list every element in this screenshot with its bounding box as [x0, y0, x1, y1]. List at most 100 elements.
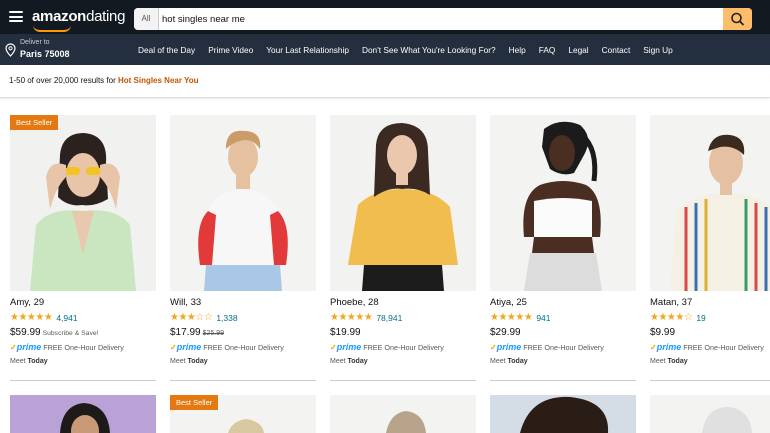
product-rating[interactable]: ★★★★☆ 19 [650, 312, 706, 323]
checkmark-icon: ✓ [650, 343, 657, 352]
checkmark-icon: ✓ [170, 343, 177, 352]
subscribe-save-note: Subscribe & Save! [42, 330, 99, 337]
person-photo-row2-4 [520, 396, 609, 433]
product-price: $29.99 [490, 327, 521, 338]
person-photo-atiya [490, 115, 636, 291]
card-divider [330, 380, 476, 381]
review-count[interactable]: 4,941 [56, 313, 77, 323]
checkmark-icon: ✓ [330, 343, 337, 352]
product-name[interactable]: Atiya, 25 [490, 297, 527, 308]
nav-link-sign-up[interactable]: Sign Up [643, 45, 673, 55]
nav-link-dont-see[interactable]: Don't See What You're Looking For? [362, 45, 496, 55]
product-photo[interactable] [170, 115, 316, 291]
results-summary-bar: 1-50 of over 20,000 results for Hot Sing… [0, 65, 770, 98]
review-count[interactable]: 78,941 [376, 313, 402, 323]
nav-link-deal-of-the-day[interactable]: Deal of the Day [138, 45, 195, 55]
results-query: Hot Singles Near You [117, 76, 199, 85]
prime-logo: prime [496, 342, 522, 352]
product-rating[interactable]: ★★★★★ 4,941 [10, 312, 78, 323]
nav-links: Deal of the Day Prime Video Your Last Re… [138, 34, 673, 65]
card-divider [650, 380, 770, 381]
review-count[interactable]: 1,338 [216, 313, 237, 323]
deliver-to-label: Deliver to [20, 39, 50, 46]
person-photo-will [170, 115, 316, 291]
prime-logo: prime [176, 342, 202, 352]
amazon-dating-logo[interactable]: amazondating [32, 8, 125, 25]
prime-logo: prime [336, 342, 362, 352]
search-button[interactable] [723, 8, 752, 30]
results-count-text: 1-50 of over 20,000 results for Hot Sing… [9, 76, 199, 85]
product-price: $59.99 Subscribe & Save! [10, 327, 99, 338]
deliver-location: Paris 75008 [20, 49, 70, 59]
person-photo-phoebe [330, 115, 476, 291]
person-photo-row2-3 [386, 411, 426, 433]
product-price: $17.99 $25.99 [170, 327, 225, 338]
nav-link-contact[interactable]: Contact [602, 45, 631, 55]
product-rating[interactable]: ★★★★★ 941 [490, 312, 551, 323]
nav-bar: Deliver to Paris 75008 Deal of the Day P… [0, 34, 770, 65]
checkmark-icon: ✓ [10, 343, 17, 352]
prime-delivery: ✓prime FREE One-Hour Delivery [650, 342, 764, 352]
prime-delivery: ✓prime FREE One-Hour Delivery [170, 342, 284, 352]
hamburger-menu-icon[interactable] [9, 11, 23, 22]
location-pin-icon [5, 43, 16, 57]
review-count[interactable]: 941 [536, 313, 550, 323]
star-rating-icon: ★★★★★ [490, 312, 533, 323]
product-name[interactable]: Matan, 37 [650, 297, 692, 308]
star-rating-icon: ★★★☆☆ [170, 312, 213, 323]
review-count[interactable]: 19 [696, 313, 705, 323]
meet-availability: Meet Today [650, 358, 688, 365]
product-photo-row2[interactable] [10, 395, 156, 433]
product-name[interactable]: Phoebe, 28 [330, 297, 379, 308]
product-photo[interactable] [490, 115, 636, 291]
person-photo-row2-5 [702, 407, 752, 433]
checkmark-icon: ✓ [490, 343, 497, 352]
prime-logo: prime [16, 342, 42, 352]
prime-logo: prime [656, 342, 682, 352]
top-header: amazondating All [0, 0, 770, 34]
search-bar: All [134, 8, 752, 30]
product-rating[interactable]: ★★★☆☆ 1,338 [170, 312, 238, 323]
product-photo[interactable] [10, 115, 156, 291]
original-price: $25.99 [202, 330, 225, 337]
card-divider [490, 380, 636, 381]
nav-link-help[interactable]: Help [509, 45, 526, 55]
search-icon [731, 12, 744, 26]
product-photo[interactable] [650, 115, 770, 291]
product-name[interactable]: Amy, 29 [10, 297, 44, 308]
person-photo-amy [10, 115, 156, 291]
meet-availability: Meet Today [330, 358, 368, 365]
product-photo-row2[interactable] [650, 395, 770, 433]
nav-link-legal[interactable]: Legal [568, 45, 588, 55]
nav-link-your-last-relationship[interactable]: Your Last Relationship [266, 45, 349, 55]
product-price: $9.99 [650, 327, 676, 338]
star-rating-icon: ★★★★★ [10, 312, 53, 323]
search-input[interactable] [162, 8, 722, 30]
product-name[interactable]: Will, 33 [170, 297, 201, 308]
meet-availability: Meet Today [490, 358, 528, 365]
star-rating-icon: ★★★★☆ [650, 312, 693, 323]
product-rating[interactable]: ★★★★★ 78,941 [330, 312, 402, 323]
prime-delivery: ✓prime FREE One-Hour Delivery [330, 342, 444, 352]
search-category-dropdown[interactable]: All [134, 8, 159, 30]
meet-availability: Meet Today [170, 358, 208, 365]
product-photo-row2[interactable] [490, 395, 636, 433]
card-divider [10, 380, 156, 381]
product-photo-row2[interactable] [330, 395, 476, 433]
prime-delivery: ✓prime FREE One-Hour Delivery [490, 342, 604, 352]
best-seller-badge: Best Seller [170, 395, 219, 410]
product-price: $19.99 [330, 327, 361, 338]
nav-link-faq[interactable]: FAQ [539, 45, 556, 55]
star-rating-icon: ★★★★★ [330, 312, 373, 323]
person-photo-matan [650, 115, 770, 291]
deliver-to-location[interactable]: Deliver to Paris 75008 [5, 38, 85, 62]
best-seller-badge: Best Seller [10, 115, 59, 130]
prime-delivery: ✓prime FREE One-Hour Delivery [10, 342, 124, 352]
card-divider [170, 380, 316, 381]
meet-availability: Meet Today [10, 358, 48, 365]
nav-link-prime-video[interactable]: Prime Video [208, 45, 253, 55]
product-photo-row2[interactable]: Best Seller [170, 395, 316, 433]
product-photo[interactable] [330, 115, 476, 291]
person-photo-row2-1 [60, 403, 110, 433]
logo-smile-arrow [33, 25, 71, 32]
